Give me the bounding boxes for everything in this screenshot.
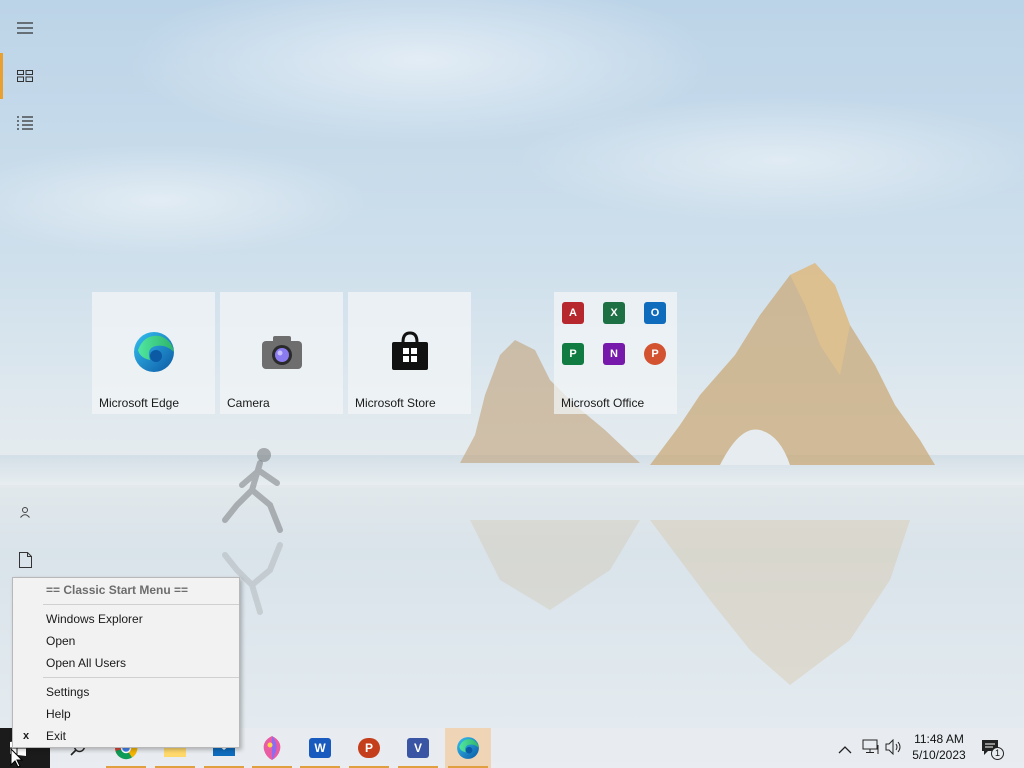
tiles-view-icon: [17, 70, 33, 82]
runner-silhouette: [222, 448, 283, 533]
paint-icon: [263, 736, 281, 760]
exit-mark-icon: x: [23, 730, 30, 742]
taskbar-clock[interactable]: 11:48 AM 5/10/2023: [900, 728, 978, 768]
document-icon: [18, 552, 32, 568]
clock-time: 11:48 AM: [914, 732, 964, 746]
rock-reflection: [470, 520, 910, 685]
menu-item-help[interactable]: Help: [13, 703, 239, 725]
chevron-up-icon: [838, 746, 852, 754]
menu-item-open-all-users[interactable]: Open All Users: [13, 652, 239, 674]
taskbar-edge[interactable]: [445, 728, 491, 768]
project-icon: P: [562, 343, 584, 365]
clock-date: 5/10/2023: [912, 748, 966, 762]
powerpoint-icon: P: [358, 738, 380, 758]
onenote-icon: N: [603, 343, 625, 365]
camera-icon: [261, 336, 302, 369]
menu-item-windows-explorer[interactable]: Windows Explorer: [13, 608, 239, 630]
taskbar-paint[interactable]: [249, 728, 295, 768]
taskbar-visio[interactable]: V: [395, 728, 441, 768]
sidebar-tiles-button[interactable]: [10, 61, 40, 91]
tile-camera[interactable]: Camera: [220, 292, 343, 414]
list-view-icon: [17, 116, 33, 130]
store-icon: [391, 331, 428, 370]
excel-icon: X: [603, 302, 625, 324]
mouse-cursor-icon: [10, 748, 24, 768]
user-icon: [20, 507, 30, 518]
tile-label: Microsoft Edge: [99, 396, 180, 410]
sidebar-documents-button[interactable]: [10, 545, 40, 575]
network-icon: [862, 739, 879, 754]
menu-header: == Classic Start Menu ==: [46, 583, 189, 597]
network-button[interactable]: [862, 739, 880, 757]
menu-separator: [43, 677, 239, 678]
tile-microsoft-edge[interactable]: Microsoft Edge: [92, 292, 215, 414]
access-icon: A: [562, 302, 584, 324]
word-icon: W: [309, 738, 331, 758]
show-hidden-icons-button[interactable]: [838, 740, 854, 756]
tile-label: Microsoft Office: [561, 396, 645, 410]
classic-start-menu-context-menu: == Classic Start Menu == Windows Explore…: [12, 577, 240, 748]
notification-count-badge: 1: [991, 747, 1004, 760]
menu-item-exit[interactable]: x Exit: [13, 725, 239, 747]
tile-label: Microsoft Store: [355, 396, 436, 410]
hamburger-menu-icon: [17, 22, 33, 34]
rock-formation-large: [650, 263, 935, 465]
tile-label: Camera: [227, 396, 270, 410]
visio-icon: V: [407, 738, 429, 758]
menu-item-label: Exit: [46, 729, 67, 743]
menu-item-settings[interactable]: Settings: [13, 681, 239, 703]
tile-microsoft-office[interactable]: A X O P N P Microsoft Office: [554, 292, 677, 414]
powerpoint-icon: P: [644, 343, 666, 365]
tile-microsoft-store[interactable]: Microsoft Store: [348, 292, 471, 414]
sidebar-hamburger-button[interactable]: [10, 13, 40, 43]
action-center-button[interactable]: 1: [980, 738, 1004, 760]
sidebar-selected-accent: [0, 53, 3, 99]
sidebar-list-button[interactable]: [10, 108, 40, 138]
edge-icon: [133, 332, 174, 372]
sidebar-user-button[interactable]: [10, 497, 40, 527]
outlook-icon: O: [644, 302, 666, 324]
taskbar-word[interactable]: W: [297, 728, 343, 768]
menu-separator: [43, 604, 239, 605]
menu-item-open[interactable]: Open: [13, 630, 239, 652]
taskbar-powerpoint[interactable]: P: [346, 728, 392, 768]
edge-icon: [457, 737, 479, 759]
